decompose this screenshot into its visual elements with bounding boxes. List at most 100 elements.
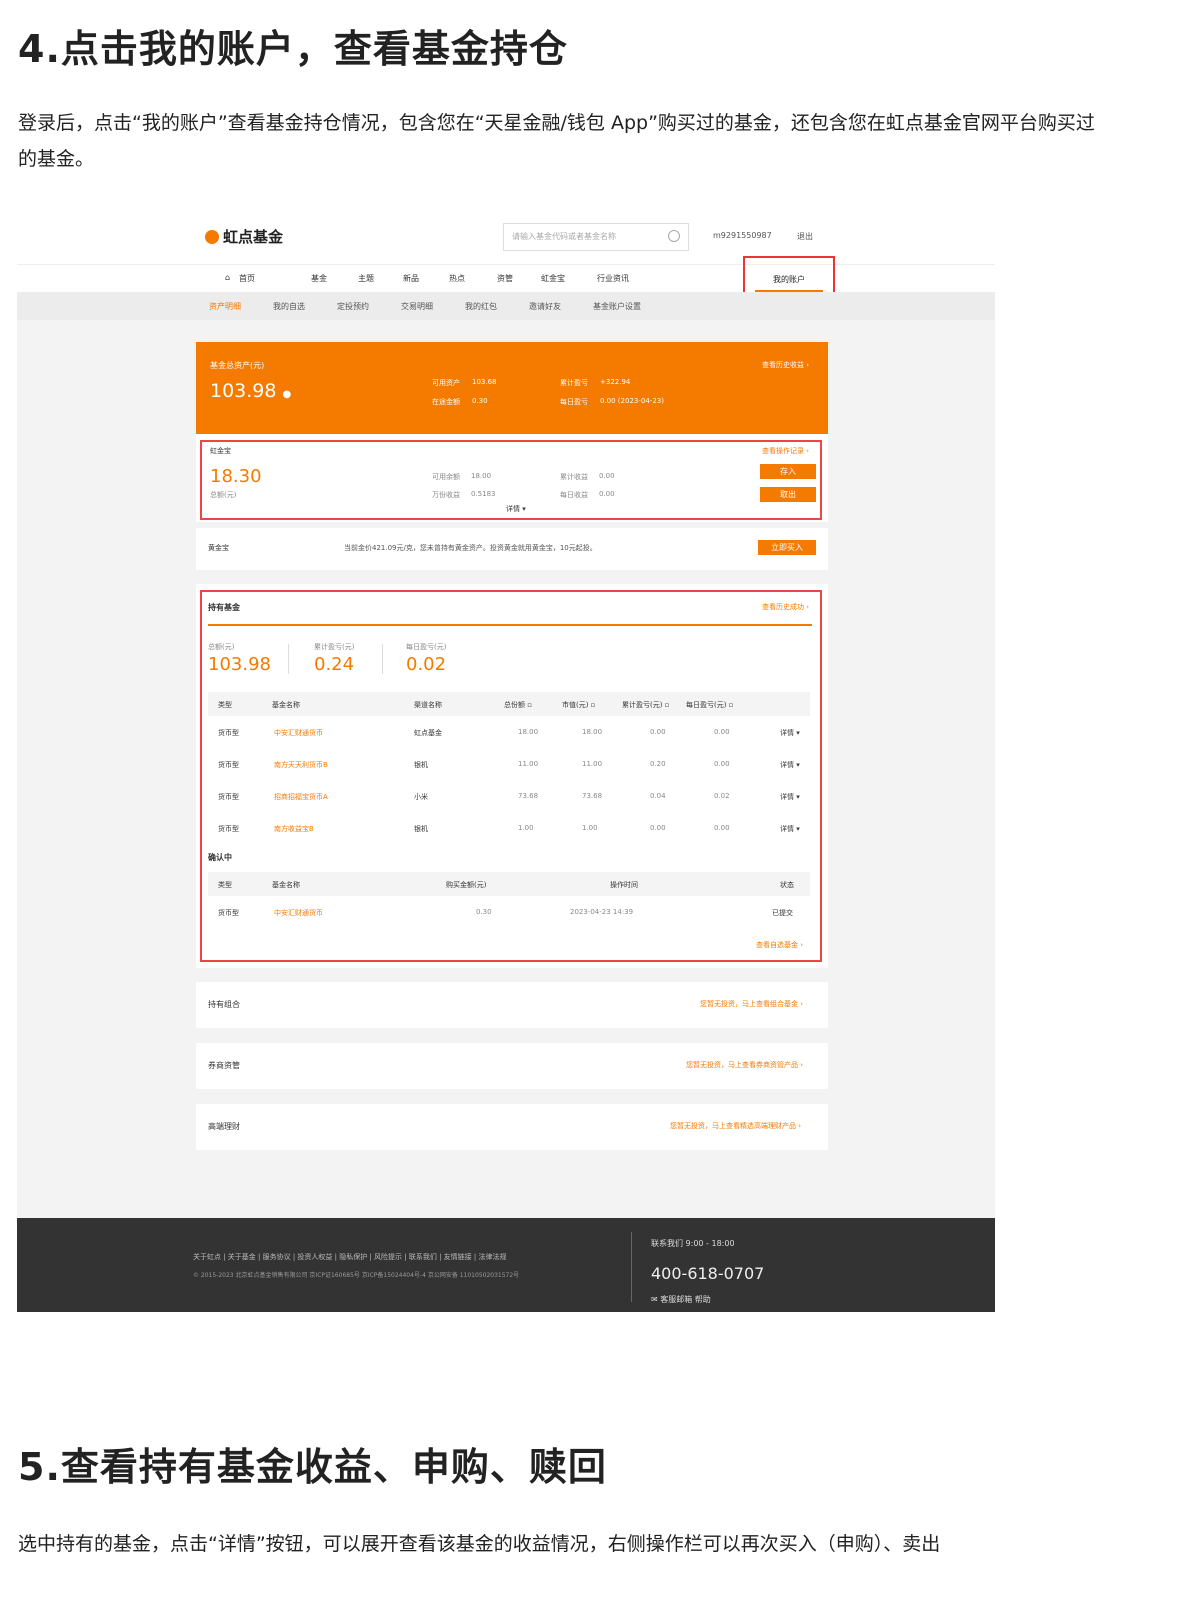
daily-income-value: 0.00 (599, 490, 615, 498)
subnav-asset-detail[interactable]: 资产明细 (209, 301, 241, 312)
nav-new[interactable]: 新品 (403, 273, 419, 284)
holdings-table-header: 类型 基金名称 渠道名称 总份额 ▫ 市值(元) ▫ 累计盈亏(元) ▫ 每日盈… (208, 692, 810, 716)
subnav-transactions[interactable]: 交易明细 (401, 301, 433, 312)
hongjinbao-detail-toggle[interactable]: 详情 ▾ (506, 504, 526, 514)
view-watchlist-link[interactable]: 查看自选基金 › (756, 940, 803, 950)
row-value: 1.00 (582, 824, 598, 832)
nav-theme[interactable]: 主题 (358, 273, 374, 284)
nav-home[interactable]: 首页 (239, 273, 255, 284)
eye-icon: ● (282, 389, 292, 400)
nav-asset-mgmt[interactable]: 资管 (497, 273, 513, 284)
holdings-total-value: 103.98 (208, 654, 271, 675)
daily-profit-label: 每日盈亏 (560, 398, 588, 406)
sub-nav: 资产明细 我的自选 定投预约 交易明细 我的红包 邀请好友 基金账户设置 (17, 292, 995, 320)
search-input[interactable]: 请输入基金代码或者基金名称 (503, 223, 689, 251)
portfolio-title: 持有组合 (208, 1000, 240, 1009)
col-cum-profit[interactable]: 累计盈亏(元) ▫ (622, 700, 669, 710)
subnav-invite[interactable]: 邀请好友 (529, 301, 561, 312)
row-type: 货币型 (218, 825, 239, 833)
contact-phone: 400-618-0707 (651, 1264, 765, 1283)
search-icon[interactable] (668, 230, 680, 242)
cum-income-label: 累计收益 (560, 473, 588, 481)
high-end-title: 高端理财 (208, 1122, 240, 1131)
available-asset-value: 103.68 (472, 378, 497, 386)
holdings-cum-value: 0.24 (314, 654, 355, 675)
row-detail-button[interactable]: 详情 ▾ (780, 728, 800, 738)
mail-icon: ✉ (651, 1295, 661, 1304)
col-shares[interactable]: 总份额 ▫ (504, 700, 532, 710)
col-market-value[interactable]: 市值(元) ▫ (562, 700, 595, 710)
confirming-title: 确认中 (208, 853, 232, 862)
site-footer: 关于虹点 | 关于基金 | 服务协议 | 投资人权益 | 隐私保护 | 风险提示… (17, 1218, 995, 1312)
c-col-fund-name: 基金名称 (272, 881, 300, 889)
subnav-sip[interactable]: 定投预约 (337, 301, 369, 312)
nav-fund[interactable]: 基金 (311, 273, 327, 284)
available-asset-label: 可用资产 (432, 379, 460, 387)
home-icon: ⌂ (225, 273, 231, 282)
withdraw-button[interactable]: 取出 (760, 487, 816, 502)
broker-asset-link[interactable]: 您暂无投资，马上查看券商资管产品 › (686, 1060, 803, 1070)
row-channel: 小米 (414, 793, 428, 801)
row-fund-name[interactable]: 南方收益宝B (274, 824, 314, 834)
screenshot-my-account: 虹点基金 请输入基金代码或者基金名称 m9291550987 退出 ⌂ 首页 基… (17, 214, 995, 1312)
row-detail-button[interactable]: 详情 ▾ (780, 760, 800, 770)
row-fund-name[interactable]: 中安汇财通货币 (274, 728, 323, 738)
high-end-link[interactable]: 您暂无投资，马上查看精选高端理财产品 › (670, 1121, 801, 1131)
c-row-type: 货币型 (218, 909, 239, 917)
row-type: 货币型 (218, 761, 239, 769)
row-channel: 银机 (414, 825, 428, 833)
col-fund-name: 基金名称 (272, 701, 300, 709)
total-asset-value: 103.98 ● (210, 380, 292, 402)
portfolio-link[interactable]: 您暂无投资，马上查看组合基金 › (700, 999, 803, 1009)
col-daily-profit[interactable]: 每日盈亏(元) ▫ (686, 700, 733, 710)
stat-divider (382, 644, 383, 674)
subnav-redpacket[interactable]: 我的红包 (465, 301, 497, 312)
footer-links[interactable]: 关于虹点 | 关于基金 | 服务协议 | 投资人权益 | 隐私保护 | 风险提示… (193, 1252, 506, 1262)
row-fund-name[interactable]: 招商招福宝货币A (274, 792, 328, 802)
confirming-table-header: 类型 基金名称 购买金额(元) 操作时间 状态 (208, 872, 810, 896)
row-channel: 银机 (414, 761, 428, 769)
cum-income-value: 0.00 (599, 472, 615, 480)
logout-link[interactable]: 退出 (797, 231, 813, 242)
deposit-button[interactable]: 存入 (760, 464, 816, 479)
gold-card: 黄金宝 当前金价421.09元/克，您未曾持有黄金资产。投资黄金就用黄金宝，10… (196, 528, 828, 570)
cum-profit-label: 累计盈亏 (560, 379, 588, 387)
holdings-highlight (200, 590, 822, 962)
row-cum: 0.04 (650, 792, 666, 800)
user-account[interactable]: m9291550987 (713, 231, 772, 240)
gold-name: 黄金宝 (208, 544, 229, 552)
transit-amount-label: 在途金额 (432, 398, 460, 406)
gold-buy-button[interactable]: 立即买入 (758, 540, 816, 555)
help-links[interactable]: 客服邮箱 帮助 (660, 1295, 711, 1304)
heading-step-5: 5.查看持有基金收益、申购、赎回 (18, 1445, 607, 1489)
subnav-watchlist[interactable]: 我的自选 (273, 301, 305, 312)
search-placeholder: 请输入基金代码或者基金名称 (512, 232, 616, 241)
logo-text: 虹点基金 (223, 228, 284, 246)
avail-balance-value: 18.00 (471, 472, 492, 480)
nav-hongjinbao[interactable]: 虹金宝 (541, 273, 565, 284)
operation-record-link[interactable]: 查看操作记录 › (762, 446, 809, 456)
holdings-total-label: 总额(元) (208, 643, 235, 651)
cum-profit-value: +322.94 (600, 378, 631, 386)
footer-help[interactable]: ✉ 客服邮箱 帮助 (651, 1294, 711, 1305)
site-logo[interactable]: 虹点基金 (205, 226, 283, 247)
row-value: 18.00 (582, 728, 603, 736)
nav-hot[interactable]: 热点 (449, 273, 465, 284)
hongjinbao-name: 虹金宝 (210, 447, 231, 455)
footer-copyright: © 2015-2023 北京虹点基金销售有限公司 京ICP证160685号 京I… (193, 1272, 520, 1279)
holdings-divider (208, 624, 812, 626)
c-row-fund-name[interactable]: 中安汇财通货币 (274, 908, 323, 918)
row-detail-button[interactable]: 详情 ▾ (780, 792, 800, 802)
row-detail-button[interactable]: 详情 ▾ (780, 824, 800, 834)
row-fund-name[interactable]: 南方天天利货币B (274, 760, 328, 770)
broker-asset-title: 券商资管 (208, 1061, 240, 1070)
history-income-link[interactable]: 查看历史收益 › (762, 360, 809, 370)
wan-income-value: 0.5183 (471, 490, 496, 498)
heading-step-4: 4.点击我的账户，查看基金持仓 (18, 27, 568, 71)
subnav-account-settings[interactable]: 基金账户设置 (593, 301, 641, 312)
nav-industry-news[interactable]: 行业资讯 (597, 273, 629, 284)
avail-balance-label: 可用余额 (432, 473, 460, 481)
holdings-history-link[interactable]: 查看历史成功 › (762, 602, 809, 612)
c-col-type: 类型 (218, 881, 232, 889)
stat-divider (288, 644, 289, 674)
